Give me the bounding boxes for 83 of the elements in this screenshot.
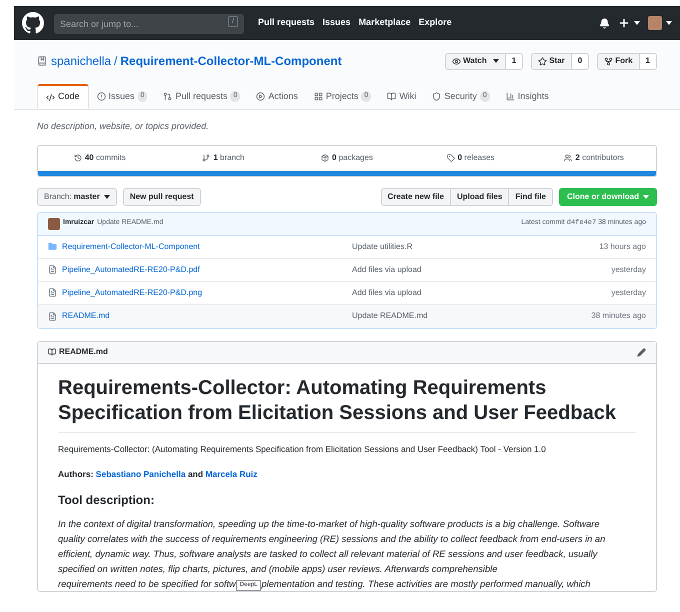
file-icon	[48, 288, 57, 297]
readme-filename: README.md	[59, 346, 108, 358]
path-separator: /	[114, 53, 118, 70]
avatar	[48, 218, 60, 230]
file-link[interactable]: README.md	[62, 310, 352, 322]
avatar-menu[interactable]	[648, 16, 672, 30]
caret-icon	[643, 194, 649, 198]
nav-link[interactable]: Issues	[322, 16, 351, 30]
pull-request-icon	[163, 92, 172, 101]
stat-link[interactable]: 0 releases	[408, 152, 532, 164]
bar-chart-icon	[506, 92, 515, 101]
caret-icon	[492, 59, 499, 63]
board-icon	[314, 92, 323, 101]
commit-time: 13 hours ago	[599, 240, 646, 252]
readme-subtitle: Requirements-Collector: (Automating Requirements Specification from Elicitation Sessions and User Feedback) Tool - Version 1.0	[58, 442, 547, 456]
file-icon	[48, 265, 57, 274]
commit-icon	[74, 154, 82, 162]
create-menu-button[interactable]	[618, 17, 640, 29]
count-box: 1	[640, 52, 657, 70]
star-button[interactable]: Star	[531, 52, 572, 70]
fork-button[interactable]: Fork	[597, 52, 640, 70]
branch-icon	[202, 154, 210, 162]
section-heading: Tool description:	[58, 492, 156, 509]
edit-icon[interactable]	[637, 348, 646, 356]
repo-tab[interactable]: Code	[37, 84, 89, 109]
count-box: 0	[572, 52, 590, 70]
nav-link[interactable]: Marketplace	[358, 16, 411, 30]
authors-line: Authors: Sebastiano Panichella and Marcela Ruiz	[58, 468, 258, 481]
logo-icon[interactable]	[22, 12, 44, 34]
nav-link[interactable]: Explore	[418, 16, 452, 30]
code-icon	[46, 92, 55, 102]
book-icon	[387, 92, 396, 101]
commit-message[interactable]: Add files via upload	[352, 264, 422, 276]
book-icon	[48, 348, 56, 356]
watch-button[interactable]: Watch	[445, 52, 506, 70]
commit-time: yesterday	[611, 286, 646, 298]
fork-icon	[604, 56, 614, 66]
issue-icon	[96, 92, 106, 101]
file-link[interactable]: Pipeline_AutomatedRE-RE20-P&D.pdf	[62, 264, 352, 276]
file-icon	[48, 312, 57, 320]
commit-time: yesterday	[611, 264, 646, 276]
package-icon	[321, 154, 330, 162]
caret-icon	[104, 194, 110, 198]
people-icon	[564, 154, 572, 162]
commit-time: 38 minutes ago	[591, 310, 646, 322]
caret-icon	[666, 21, 672, 25]
readme-title: Requirements-Collector: Automating Requirements Specification from Elicitation Sessions and User Feedback	[58, 376, 636, 432]
file-link[interactable]: Requirement-Collector-ML-Component	[62, 240, 352, 252]
file-action-button[interactable]: Upload files	[450, 188, 510, 206]
author-link[interactable]: Sebastiano Panichella	[96, 469, 186, 480]
owner-link[interactable]: spanichella	[51, 52, 112, 70]
stat-link[interactable]: 40 commits	[38, 152, 162, 164]
file-action-button[interactable]: Find file	[509, 188, 553, 206]
stat-link[interactable]: 2 contributors	[532, 152, 656, 164]
repo-description: No description, website, or topics provided.	[37, 120, 210, 133]
paragraph-text: plementation and testing. These activities are mostly performed manually, which	[261, 578, 590, 591]
repo-tab[interactable]: Wiki	[379, 84, 424, 109]
stat-link[interactable]: 1 branch	[162, 152, 286, 164]
eye-icon	[452, 56, 462, 66]
branch-select[interactable]: Branch: master	[37, 188, 117, 206]
repo-tab[interactable]: Insights	[498, 84, 557, 109]
paragraph-text: requirements need to be specified for softw	[58, 578, 236, 591]
commit-message[interactable]: Add files via upload	[352, 286, 422, 298]
nav-link[interactable]: Pull requests	[258, 16, 315, 30]
folder-icon	[48, 242, 57, 251]
bell-icon[interactable]	[599, 18, 610, 28]
shield-icon	[432, 92, 442, 101]
star-icon	[538, 56, 548, 66]
plus-icon	[618, 17, 630, 29]
file-action-button[interactable]: Create new file	[380, 188, 451, 206]
commit-message[interactable]: Update README.md	[352, 310, 428, 322]
tag-icon	[446, 154, 455, 162]
play-icon	[256, 92, 266, 101]
count-box: 1	[506, 52, 524, 70]
stat-link[interactable]: 0 packages	[285, 152, 409, 164]
repo-tab[interactable]: Actions	[248, 84, 306, 109]
file-link[interactable]: Pipeline_AutomatedRE-RE20-P&D.png	[62, 286, 352, 298]
repo-icon	[37, 56, 47, 66]
caret-icon	[634, 21, 640, 25]
new-pull-request-button[interactable]: New pull request	[122, 188, 201, 206]
author-link[interactable]: Marcela Ruiz	[205, 469, 258, 480]
commit-message[interactable]: Update utilities.R	[352, 240, 412, 252]
repo-link[interactable]: Requirement-Collector-ML-Component	[120, 52, 342, 70]
